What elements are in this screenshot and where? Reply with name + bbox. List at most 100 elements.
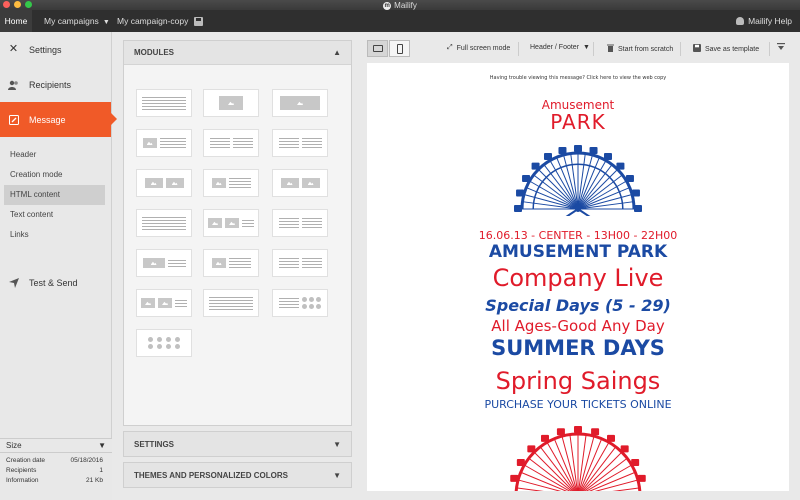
- editor-toolbar: ⤢ Full screen mode Header / Footer ▼ Sta…: [367, 40, 800, 58]
- sidebar-item-label: Message: [29, 114, 66, 125]
- size-row: Information 21 Kb: [0, 476, 112, 486]
- save-as-template-button[interactable]: Save as template: [693, 44, 759, 54]
- my-campaigns-dropdown[interactable]: My campaigns ▼: [32, 10, 112, 32]
- email-line-company: Company Live: [492, 264, 664, 292]
- size-title: Size: [6, 441, 22, 450]
- help-label: Mailify Help: [748, 16, 792, 26]
- sidebar-item-test-send[interactable]: Test & Send: [0, 265, 111, 300]
- module-tile[interactable]: [136, 129, 192, 157]
- web-copy-link[interactable]: Having trouble viewing this message? Cli…: [367, 75, 789, 81]
- size-row-value: 21 Kb: [86, 477, 103, 484]
- chevron-down-icon: ▼: [98, 441, 106, 450]
- size-row-label: Creation date: [6, 457, 46, 464]
- minimize-window-button[interactable]: [14, 1, 21, 8]
- module-tile[interactable]: [272, 289, 328, 317]
- module-tile[interactable]: [203, 209, 259, 237]
- help-menu[interactable]: Mailify Help: [736, 10, 792, 32]
- modules-title: MODULES: [134, 48, 174, 57]
- toolbar-divider: [680, 42, 681, 56]
- module-tile[interactable]: [203, 249, 259, 277]
- size-row-value: 05/18/2016: [70, 457, 103, 464]
- sidebar: ✕ Settings Recipients Message Header Cre…: [0, 32, 117, 500]
- email-line-special: Special Days (5 - 29): [485, 296, 671, 315]
- email-preview-canvas[interactable]: Having trouble viewing this message? Cli…: [367, 63, 789, 491]
- module-tile[interactable]: [136, 329, 192, 357]
- fullscreen-label: Full screen mode: [456, 44, 511, 52]
- send-icon: [8, 277, 19, 288]
- size-row-value: 1: [99, 467, 103, 474]
- subnav-text-content[interactable]: Text content: [0, 205, 111, 225]
- module-tile[interactable]: [136, 89, 192, 117]
- sidebar-item-recipients[interactable]: Recipients: [0, 67, 111, 102]
- home-tab[interactable]: Home: [0, 10, 32, 32]
- menu-chevron-icon: [777, 43, 785, 53]
- themes-accordion-label: THEMES AND PERSONALIZED COLORS: [134, 471, 288, 480]
- campaign-name-crumb[interactable]: My campaign-copy: [112, 10, 204, 32]
- toolbar-divider: [518, 42, 519, 56]
- module-tile[interactable]: [272, 169, 328, 197]
- size-panel-header[interactable]: Size ▼: [0, 439, 112, 453]
- desktop-view-button[interactable]: [367, 40, 388, 57]
- chevron-down-icon: ▼: [583, 44, 590, 51]
- email-line-spring: Spring Saings: [495, 367, 661, 395]
- module-tile[interactable]: [136, 289, 192, 317]
- save-icon: [693, 44, 701, 54]
- modules-panel: MODULES ▲: [123, 40, 352, 426]
- more-options-dropdown[interactable]: [777, 43, 785, 53]
- chevron-down-icon: ▼: [102, 19, 110, 26]
- size-row: Creation date 05/18/2016: [0, 456, 112, 466]
- start-from-scratch-button[interactable]: Start from scratch: [607, 44, 673, 54]
- phone-icon: [396, 43, 403, 54]
- size-row-label: Recipients: [6, 467, 37, 474]
- header-footer-dropdown[interactable]: Header / Footer ▼: [530, 44, 590, 51]
- top-navigation-bar: Home My campaigns ▼ My campaign-copy Mail…: [0, 10, 800, 32]
- app-logo-icon: m: [383, 2, 392, 10]
- mobile-view-button[interactable]: [389, 40, 410, 57]
- email-date-line: 16.06.13 - CENTER - 13H00 - 22H00: [478, 229, 678, 242]
- zoom-window-button[interactable]: [25, 1, 32, 8]
- tools-icon: ✕: [8, 43, 19, 55]
- close-window-button[interactable]: [3, 1, 10, 8]
- email-line-ages: All Ages-Good Any Day: [491, 317, 665, 335]
- subnav-creation-mode[interactable]: Creation mode: [0, 165, 111, 185]
- start-from-scratch-label: Start from scratch: [618, 45, 674, 53]
- chevron-down-icon: ▼: [333, 440, 341, 449]
- toolbar-divider: [593, 42, 594, 56]
- module-tile[interactable]: [272, 129, 328, 157]
- preview-scrollbar[interactable]: [789, 63, 800, 491]
- sidebar-item-settings[interactable]: ✕ Settings: [0, 32, 111, 67]
- module-tile[interactable]: [272, 209, 328, 237]
- sidebar-item-message[interactable]: Message: [0, 102, 117, 137]
- email-headline: AMUSEMENT PARK: [488, 242, 668, 262]
- email-line-summer: SUMMER DAYS: [491, 336, 665, 360]
- user-icon: [736, 17, 745, 25]
- my-campaigns-label: My campaigns: [44, 16, 99, 26]
- module-tile[interactable]: [136, 169, 192, 197]
- fullscreen-icon: ⤢: [447, 44, 453, 51]
- themes-accordion[interactable]: THEMES AND PERSONALIZED COLORS ▼: [123, 462, 352, 488]
- module-tile[interactable]: [203, 89, 259, 117]
- subnav-html-content[interactable]: HTML content: [4, 185, 105, 205]
- save-icon[interactable]: [194, 16, 204, 26]
- save-as-template-label: Save as template: [705, 45, 760, 53]
- subnav-header[interactable]: Header: [0, 145, 111, 165]
- size-row-label: Information: [6, 477, 39, 484]
- module-tile[interactable]: [272, 249, 328, 277]
- modules-header[interactable]: MODULES ▲: [124, 41, 351, 65]
- email-logo-line2: PARK: [550, 110, 606, 134]
- module-tile[interactable]: [203, 129, 259, 157]
- edit-icon: [8, 114, 19, 125]
- sidebar-item-label: Settings: [29, 44, 62, 55]
- fullscreen-button[interactable]: ⤢ Full screen mode: [447, 44, 510, 52]
- settings-accordion[interactable]: SETTINGS ▼: [123, 431, 352, 457]
- module-tile[interactable]: [203, 169, 259, 197]
- module-tile[interactable]: [136, 209, 192, 237]
- module-tile[interactable]: [203, 289, 259, 317]
- settings-accordion-label: SETTINGS: [134, 440, 175, 449]
- module-tile[interactable]: [136, 249, 192, 277]
- window-titlebar: m Mailify: [0, 0, 800, 10]
- subnav-links[interactable]: Links: [0, 225, 111, 245]
- module-tile[interactable]: [272, 89, 328, 117]
- chevron-up-icon: ▲: [333, 48, 341, 57]
- trash-icon: [607, 44, 614, 54]
